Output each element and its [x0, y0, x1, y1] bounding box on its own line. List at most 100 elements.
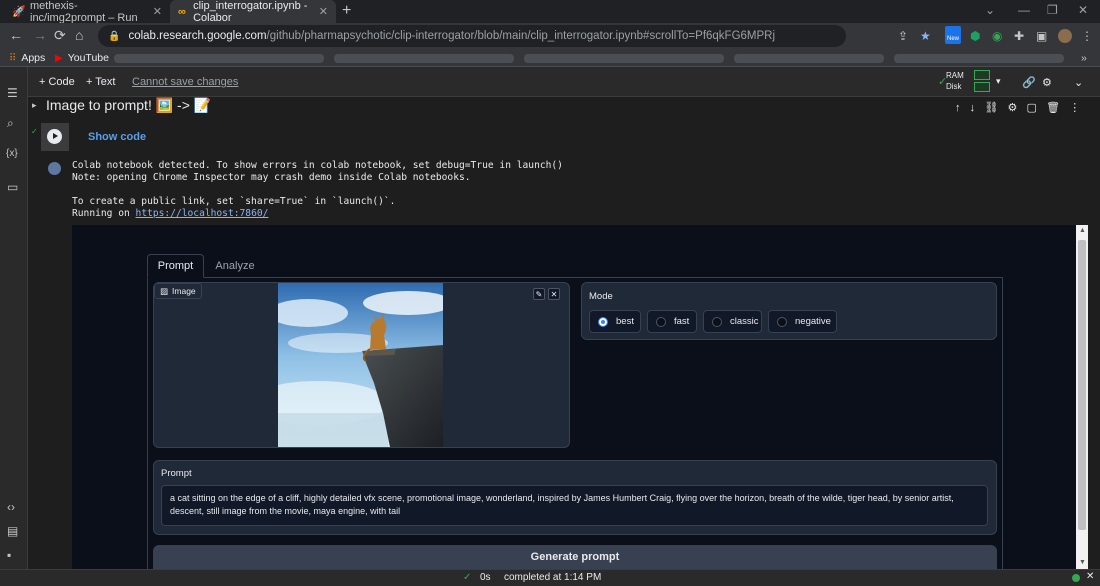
colab-favicon-icon: ∞: [178, 5, 186, 18]
generate-prompt-button[interactable]: Generate prompt: [153, 545, 997, 569]
variables-icon[interactable]: {x}: [6, 148, 18, 159]
cat-cliff-image: [278, 283, 443, 447]
mirror-cell-icon[interactable]: ▢: [1027, 102, 1037, 114]
ram-label: RAM: [946, 71, 964, 80]
image-actions: ✎ ✕: [533, 288, 560, 300]
browser-tab-img2prompt[interactable]: 🚀 methexis-inc/img2prompt – Run ✕: [4, 0, 170, 24]
cell-link-icon[interactable]: ⛓: [984, 102, 998, 114]
tab-search-icon[interactable]: ⌄: [985, 3, 995, 17]
search-icon[interactable]: ⌕: [7, 116, 14, 131]
scroll-down-arrow-icon[interactable]: ▼: [1079, 559, 1086, 566]
toc-icon[interactable]: ☰: [7, 86, 18, 100]
cell-settings-icon[interactable]: ⚙: [1007, 102, 1017, 114]
bookmark-label: Apps: [21, 52, 46, 64]
mode-option-label: best: [616, 316, 634, 327]
lock-icon: 🔒: [108, 30, 121, 42]
runtime-dropdown-icon[interactable]: ▾: [996, 76, 1001, 87]
colab-left-rail: [0, 67, 28, 569]
settings-gear-icon[interactable]: ⚙: [1042, 76, 1052, 89]
close-status-icon[interactable]: ✕: [1086, 571, 1094, 582]
bookmark-label: YouTube: [67, 52, 109, 64]
edit-pencil-icon[interactable]: ✎: [533, 288, 545, 300]
mode-option-label: classic: [730, 316, 759, 327]
delete-cell-icon[interactable]: 🗑: [1046, 102, 1060, 114]
run-cell-button[interactable]: [41, 123, 69, 151]
code-snippets-icon[interactable]: ‹›: [7, 500, 15, 514]
show-code-link[interactable]: Show code: [88, 131, 146, 143]
minimize-icon[interactable]: —: [1018, 3, 1030, 17]
apps-grid-icon: ⠿: [9, 52, 17, 64]
sidebar-icon[interactable]: ▣: [1036, 29, 1047, 43]
bookmark-star-icon[interactable]: ★: [920, 29, 931, 43]
command-palette-icon[interactable]: ▤: [7, 524, 18, 538]
reload-icon[interactable]: ⟳: [54, 27, 66, 44]
add-code-button[interactable]: + Code: [39, 76, 75, 88]
move-up-icon[interactable]: ↑: [955, 102, 961, 114]
mode-option-classic[interactable]: classic: [703, 310, 762, 333]
image-icon: ▨: [160, 285, 169, 296]
share-icon[interactable]: ⇪: [898, 29, 908, 43]
browser-tab-strip: 🚀 methexis-inc/img2prompt – Run ✕ ∞ clip…: [0, 0, 1100, 24]
blurred-bookmarks: [734, 54, 884, 63]
back-arrow-icon[interactable]: ←: [9, 27, 23, 43]
scrollbar-thumb[interactable]: [1078, 240, 1086, 530]
tab-title: methexis-inc/img2prompt – Run: [30, 0, 138, 24]
url-path: /github/pharmapsychotic/clip-interrogato…: [266, 30, 776, 42]
localhost-link[interactable]: https://localhost:7860/: [136, 208, 269, 219]
status-check-icon: ✓: [463, 572, 472, 583]
uploaded-image-cat-on-cliff: [278, 283, 443, 447]
disk-label: Disk: [946, 82, 962, 91]
tab-prompt[interactable]: Prompt: [147, 254, 204, 278]
extension-shield-icon[interactable]: ⬢: [970, 29, 980, 43]
resources-indicator[interactable]: RAM Disk: [946, 70, 964, 92]
more-bookmarks-icon[interactable]: »: [1081, 52, 1087, 64]
output-line: Colab notebook detected. To show errors …: [72, 160, 563, 171]
close-window-icon[interactable]: ✕: [1078, 3, 1088, 17]
blurred-bookmarks: [114, 54, 324, 63]
image-label: ▨ Image: [154, 283, 202, 299]
tab-analyze[interactable]: Analyze: [210, 254, 260, 278]
cannot-save-link[interactable]: Cannot save changes: [132, 76, 238, 88]
forward-arrow-icon[interactable]: →: [33, 27, 47, 43]
radio-unselected-icon: [712, 316, 722, 327]
radio-unselected-icon: [656, 316, 666, 327]
terminal-icon[interactable]: ▪: [7, 548, 11, 562]
profile-avatar[interactable]: [1058, 29, 1072, 43]
output-line: Running on https://localhost:7860/: [72, 208, 563, 220]
bookmark-youtube[interactable]: ▶ YouTube: [55, 52, 109, 64]
link-icon[interactable]: 🔗: [1022, 76, 1036, 89]
youtube-icon: ▶: [55, 52, 63, 64]
cell-more-icon[interactable]: ⋮: [1069, 102, 1080, 114]
home-icon[interactable]: ⌂: [75, 27, 83, 43]
extension-circle-icon[interactable]: ◉: [992, 29, 1002, 43]
restore-icon[interactable]: ❐: [1047, 3, 1058, 17]
prompt-textbox[interactable]: a cat sitting on the edge of a cliff, hi…: [161, 485, 988, 526]
address-bar[interactable]: 🔒 colab.research.google.com/github/pharm…: [98, 25, 846, 47]
scroll-up-arrow-icon[interactable]: ▲: [1079, 227, 1086, 234]
output-menu-icon[interactable]: [48, 162, 61, 175]
connection-status-dot: [1072, 574, 1080, 582]
colab-toolbar: + Code + Text Cannot save changes ✓ RAM …: [28, 67, 1100, 97]
mode-option-best[interactable]: best: [589, 310, 641, 333]
menu-kebab-icon[interactable]: ⋮: [1081, 29, 1093, 43]
collapse-chevron-icon[interactable]: ⌄: [1074, 76, 1083, 89]
section-collapse-icon[interactable]: ▸: [32, 100, 37, 111]
move-down-icon[interactable]: ↓: [970, 102, 976, 114]
bookmark-apps[interactable]: ⠿ Apps: [9, 52, 45, 64]
extension-new-icon[interactable]: New: [945, 26, 961, 44]
new-tab-button[interactable]: +: [342, 2, 351, 20]
add-text-button[interactable]: + Text: [86, 76, 115, 88]
prompt-label: Prompt: [161, 468, 192, 479]
mode-option-negative[interactable]: negative: [768, 310, 837, 333]
files-folder-icon[interactable]: ▭: [7, 180, 18, 194]
browser-tab-colab[interactable]: ∞ clip_interrogator.ipynb - Colabor ✕: [170, 0, 336, 24]
radio-unselected-icon: [777, 316, 787, 327]
cell-executed-check-icon: ✓: [31, 127, 38, 136]
tab-title: clip_interrogator.ipynb - Colabor: [193, 0, 308, 24]
tab-close-icon[interactable]: ✕: [153, 5, 162, 18]
clear-image-icon[interactable]: ✕: [548, 288, 560, 300]
mode-option-fast[interactable]: fast: [647, 310, 697, 333]
tab-close-icon[interactable]: ✕: [319, 5, 328, 18]
extensions-puzzle-icon[interactable]: ✚: [1014, 29, 1024, 43]
completed-time[interactable]: completed at 1:14 PM: [504, 572, 601, 583]
